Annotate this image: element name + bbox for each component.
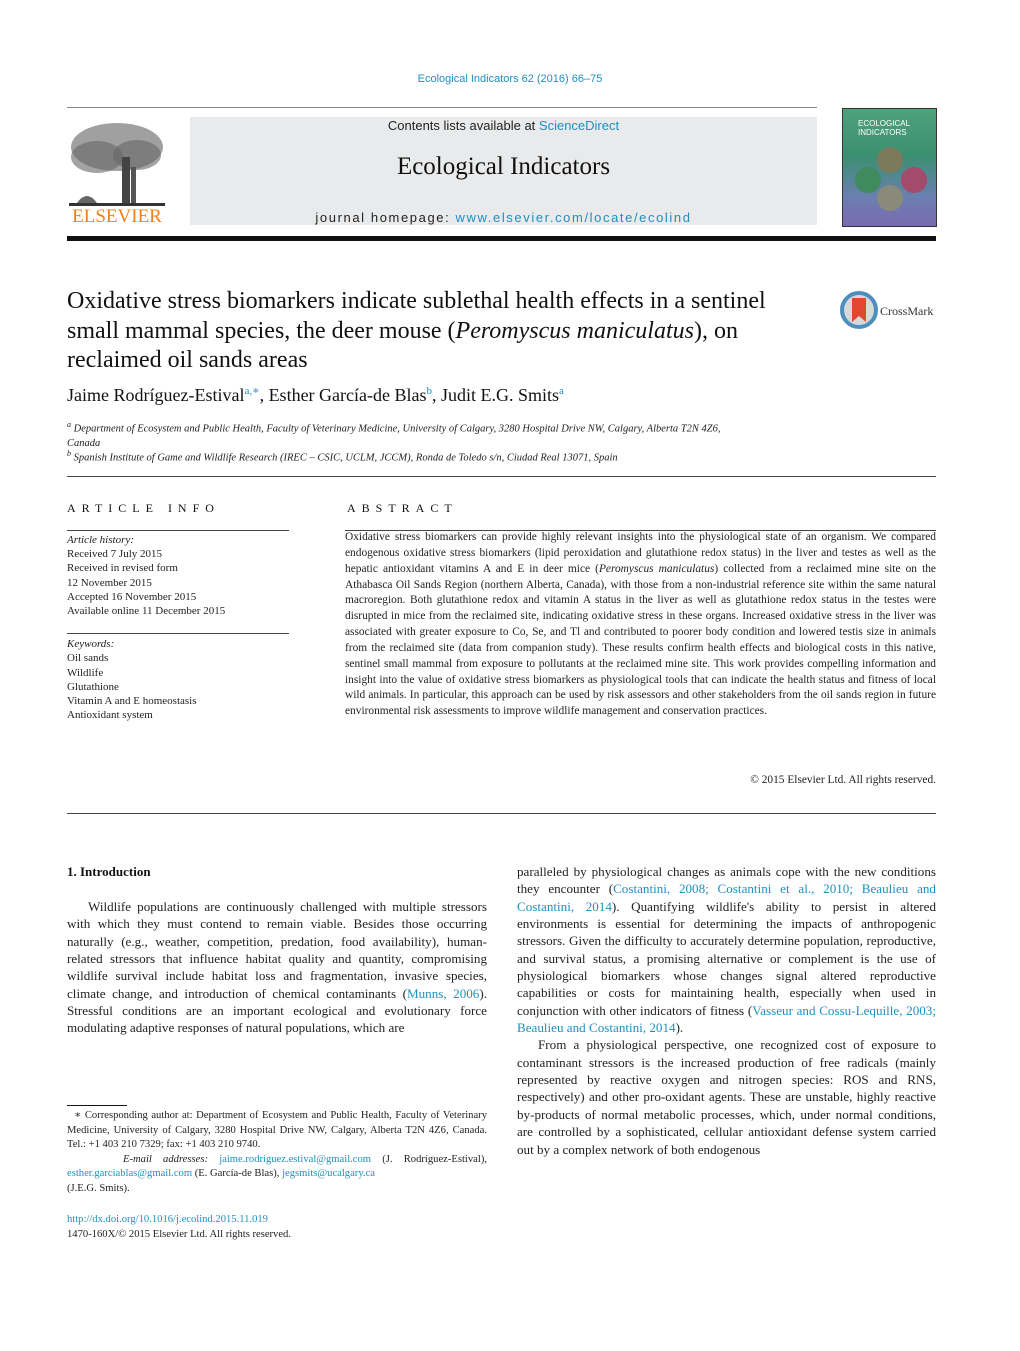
author-name[interactable]: Judit E.G. Smits <box>441 385 559 405</box>
cover-image-circle <box>901 167 927 193</box>
header-rule <box>67 107 817 108</box>
doi-link[interactable]: http://dx.doi.org/10.1016/j.ecolind.2015… <box>67 1214 268 1225</box>
homepage-line: journal homepage: www.elsevier.com/locat… <box>190 210 817 225</box>
citation-link[interactable]: Munns, 2006 <box>407 986 479 1001</box>
contents-line: Contents lists available at ScienceDirec… <box>190 118 817 133</box>
article-info-heading: ARTICLE INFO <box>67 501 220 515</box>
history-item: Received in revised form <box>67 562 178 574</box>
email-link[interactable]: jegsmits@ucalgary.ca <box>282 1168 375 1179</box>
abstract-body: Oxidative stress biomarkers can provide … <box>345 531 936 718</box>
journal-cover-thumbnail[interactable]: ECOLOGICAL INDICATORS <box>842 108 937 227</box>
intro-paragraph-left: Wildlife populations are continuously ch… <box>67 899 487 1036</box>
section-rule <box>67 476 936 477</box>
email-link[interactable]: jaime.rodriguez.estival@gmail.com <box>219 1154 371 1165</box>
keyword-item: Wildlife <box>67 667 104 679</box>
author-name[interactable]: Jaime Rodríguez-Estival <box>67 385 244 405</box>
crossmark-icon[interactable]: CrossMark <box>840 290 940 330</box>
keyword-item: Vitamin A and E homeostasis <box>67 695 197 707</box>
footnote-rule <box>67 1105 127 1106</box>
article-history-label: Article history: <box>67 534 134 546</box>
history-item: Received 7 July 2015 <box>67 548 163 560</box>
cover-image-circle <box>877 147 903 173</box>
sciencedirect-link[interactable]: ScienceDirect <box>539 118 619 133</box>
history-item: 12 November 2015 <box>67 577 152 589</box>
doi-block: http://dx.doi.org/10.1016/j.ecolind.2015… <box>67 1212 291 1242</box>
history-item: Accepted 16 November 2015 <box>67 591 197 603</box>
abstract-heading: ABSTRACT <box>347 501 458 515</box>
author-affiliation-marker[interactable]: a,∗ <box>244 385 259 397</box>
issn-copyright: 1470-160X/© 2015 Elsevier Ltd. All right… <box>67 1229 292 1240</box>
intro-paragraph: From a physiological perspective, one re… <box>517 1037 936 1157</box>
journal-reference-link[interactable]: Ecological Indicators 62 (2016) 66–75 <box>0 73 1020 85</box>
cover-image-circle <box>877 185 903 211</box>
crossmark-label: CrossMark <box>880 304 933 318</box>
affiliation-a: a Department of Ecosystem and Public Hea… <box>67 420 721 449</box>
header-thick-rule <box>67 236 936 241</box>
author-list: Jaime Rodríguez-Estivala,∗, Esther Garcí… <box>67 385 564 405</box>
intro-column-right: paralleled by physiological changes as a… <box>517 863 936 1158</box>
introduction-heading: 1. Introduction <box>67 864 151 879</box>
keyword-item: Antioxidant system <box>67 709 153 721</box>
corresponding-author-footnote: ∗ Corresponding author at: Department of… <box>67 1110 487 1194</box>
contents-prefix: Contents lists available at <box>387 118 539 133</box>
keywords-label: Keywords: <box>67 638 115 650</box>
intro-paragraph: paralleled by physiological changes as a… <box>517 864 936 1036</box>
keyword-item: Glutathione <box>67 681 119 693</box>
homepage-prefix: journal homepage: <box>315 210 456 225</box>
abstract-copyright: © 2015 Elsevier Ltd. All rights reserved… <box>750 774 936 786</box>
journal-name: Ecological Indicators <box>396 153 611 180</box>
article-title: Oxidative stress biomarkers indicate sub… <box>67 288 766 373</box>
abstract-bottom-rule <box>67 813 936 814</box>
email-link[interactable]: esther.garciablas@gmail.com <box>67 1168 192 1179</box>
cover-title: ECOLOGICAL INDICATORS <box>858 119 911 137</box>
keywords-rule <box>67 633 289 634</box>
journal-homepage-link[interactable]: www.elsevier.com/locate/ecolind <box>456 210 692 225</box>
cover-image-circle <box>855 167 881 193</box>
elsevier-wordmark[interactable]: ELSEVIER <box>67 206 167 228</box>
keyword-item: Oil sands <box>67 652 109 664</box>
affiliation-b: b Spanish Institute of Game and Wildlife… <box>67 449 618 464</box>
article-info-rule <box>67 530 289 531</box>
history-item: Available online 11 December 2015 <box>67 605 226 617</box>
author-name[interactable]: Esther García-de Blas <box>269 385 427 405</box>
author-affiliation-marker[interactable]: a <box>559 385 564 397</box>
